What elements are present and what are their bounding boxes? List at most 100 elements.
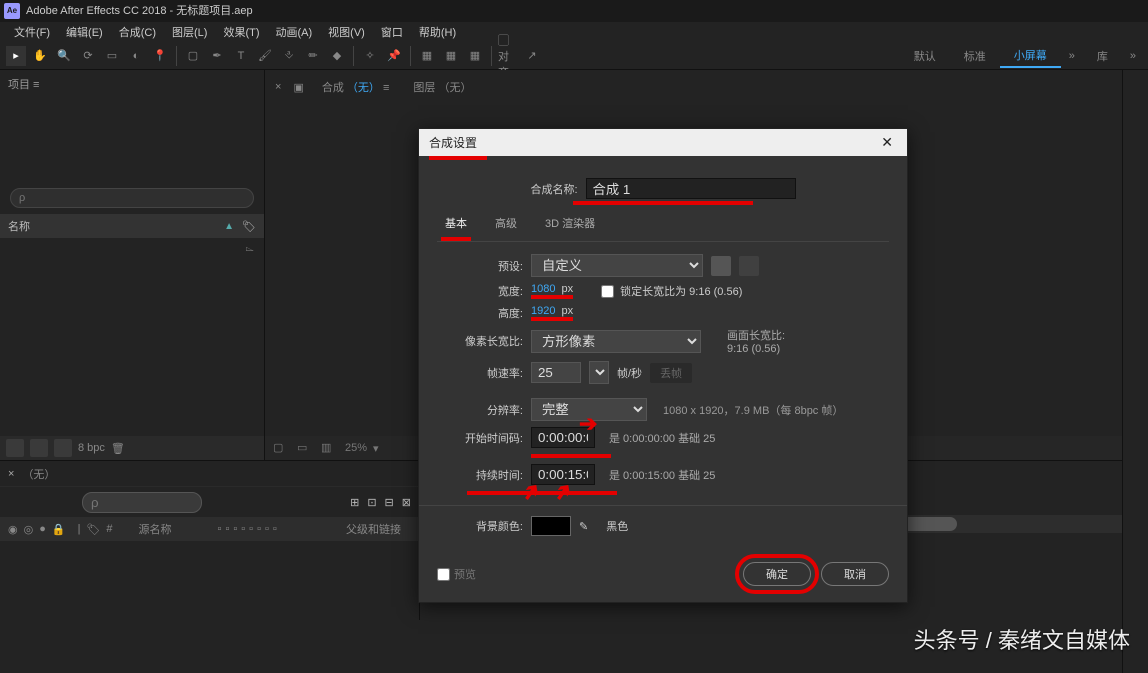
tl-opt3-icon[interactable]: ⊟ [385,496,394,509]
lock-icon[interactable]: 🔒 [52,523,66,536]
solo-icon[interactable]: ● [39,523,46,535]
camera-tool-icon[interactable]: ▭ [102,46,122,66]
workspace-standard[interactable]: 标准 [950,45,1000,67]
timeline-search-input[interactable] [82,492,202,513]
parent-col[interactable]: 父级和链接 [346,521,401,537]
trash-icon[interactable]: 🗑 [111,442,125,455]
ok-button[interactable]: 确定 [743,562,811,586]
pin2-tool-icon[interactable]: 📌 [384,46,404,66]
source-name-col[interactable]: 源名称 [139,521,172,537]
tl-opt2-icon[interactable]: ⊡ [367,496,376,509]
eraser-tool-icon[interactable]: ✏ [303,46,323,66]
hierarchy-icon[interactable]: ⌳ [245,242,254,255]
number-col[interactable]: # [106,523,112,535]
sw5-icon[interactable]: ▫ [249,523,253,535]
menu-window[interactable]: 窗口 [373,22,411,42]
new-comp-icon[interactable] [54,439,72,457]
shape-tool-icon[interactable]: ▢ [183,46,203,66]
tbtn2-icon[interactable]: ▦ [441,46,461,66]
workspace-default[interactable]: 默认 [900,45,950,67]
res-select[interactable]: 完整 [531,398,647,421]
label-icon[interactable]: 🏷 [86,523,100,536]
workspace-more-icon[interactable]: » [1061,47,1083,65]
preview-checkbox[interactable] [437,568,450,581]
roto-tool-icon[interactable]: ◆ [327,46,347,66]
project-search-input[interactable] [10,188,254,208]
snap2-icon[interactable]: ↗ [522,46,542,66]
sw1-icon[interactable]: ▫ [218,523,222,535]
viewer-comp-tab[interactable]: 合成 （无） ≡ [316,76,396,98]
comp-name-input[interactable] [586,178,796,199]
sw3-icon[interactable]: ▫ [233,523,237,535]
tbtn1-icon[interactable]: ▦ [417,46,437,66]
vf-icon1[interactable]: ▢ [273,441,291,455]
hand-tool-icon[interactable]: ✋ [30,46,50,66]
dur-input[interactable] [531,464,595,485]
sw6-icon[interactable]: ▫ [257,523,261,535]
sw8-icon[interactable]: ▫ [273,523,277,535]
tab-3drenderer[interactable]: 3D 渲染器 [541,211,599,241]
project-column-header[interactable]: 名称 ▲ 🏷 [0,214,264,238]
workspace-overflow-icon[interactable]: » [1122,47,1144,65]
height-value[interactable]: 1920 [531,305,555,317]
tbtn3-icon[interactable]: ▦ [465,46,485,66]
timeline-tab-label[interactable]: （无） [22,466,55,482]
preset-select[interactable]: 自定义 [531,254,703,277]
dropframe-select[interactable]: 丢帧 [650,363,692,383]
sw7-icon[interactable]: ▫ [265,523,269,535]
text-tool-icon[interactable]: T [231,46,251,66]
fps-dropdown[interactable]: ▾ [589,361,609,384]
menu-help[interactable]: 帮助(H) [411,22,464,42]
tag-icon[interactable]: 🏷 [242,220,256,233]
sw4-icon[interactable]: ▫ [241,523,245,535]
delete-preset-icon[interactable] [739,256,759,276]
menu-composition[interactable]: 合成(C) [111,22,164,42]
menu-file[interactable]: 文件(F) [6,22,58,42]
audio-icon[interactable]: ◎ [24,523,34,536]
cancel-button[interactable]: 取消 [821,562,889,586]
menu-view[interactable]: 视图(V) [320,22,373,42]
puppet-tool-icon[interactable]: ✧ [360,46,380,66]
menu-animation[interactable]: 动画(A) [268,22,321,42]
tl-opt1-icon[interactable]: ⊞ [350,496,359,509]
viewer-comp-menu-icon[interactable]: ≡ [383,82,389,94]
vf-icon3[interactable]: ▥ [321,441,339,455]
viewer-zoom[interactable]: 25% [345,442,367,454]
viewer-lock-icon[interactable]: ▣ [293,81,303,94]
bg-color-swatch[interactable] [531,516,571,536]
lock-aspect-checkbox[interactable] [601,285,614,298]
workspace-smallscreen[interactable]: 小屏幕 [1000,44,1061,68]
project-col-name[interactable]: 名称 [8,218,224,234]
bpc-label[interactable]: 8 bpc [78,442,105,454]
width-value[interactable]: 1080 [531,283,555,295]
workspace-library[interactable]: 库 [1083,45,1122,67]
menu-effect[interactable]: 效果(T) [215,22,267,42]
eye-icon[interactable]: ◉ [8,523,18,536]
new-folder-icon[interactable] [30,439,48,457]
clone-tool-icon[interactable]: ⎀ [279,46,299,66]
selection-tool-icon[interactable]: ▸ [6,46,26,66]
vf-icon2[interactable]: ▭ [297,441,315,455]
tab-advanced[interactable]: 高级 [491,211,521,241]
rotobrush-tool-icon[interactable]: ◐ [126,46,146,66]
pen-tool-icon[interactable]: ✒ [207,46,227,66]
dialog-titlebar[interactable]: 合成设置 ✕ [419,129,907,156]
project-panel-title[interactable]: 项目 ≡ [0,70,264,98]
eyedropper-icon[interactable]: ✎ [579,520,588,533]
project-body[interactable] [0,259,264,436]
timeline-tab-close-icon[interactable]: × [8,468,14,480]
par-select[interactable]: 方形像素 [531,330,701,353]
snap-icon[interactable]: ▢ 对齐 [498,46,518,66]
sort-arrow-icon[interactable]: ▲ [224,221,234,232]
fps-input[interactable] [531,362,581,383]
brush-tool-icon[interactable]: 🖌 [255,46,275,66]
viewer-layer-tab[interactable]: 图层 （无） [407,76,477,98]
menu-layer[interactable]: 图层(L) [164,22,215,42]
menu-edit[interactable]: 编辑(E) [58,22,111,42]
save-preset-icon[interactable] [711,256,731,276]
zoom-tool-icon[interactable]: 🔍 [54,46,74,66]
sw2-icon[interactable]: ▫ [225,523,229,535]
tl-opt4-icon[interactable]: ⊠ [402,496,411,509]
start-tc-input[interactable] [531,427,595,448]
tab-basic[interactable]: 基本 [441,211,471,241]
